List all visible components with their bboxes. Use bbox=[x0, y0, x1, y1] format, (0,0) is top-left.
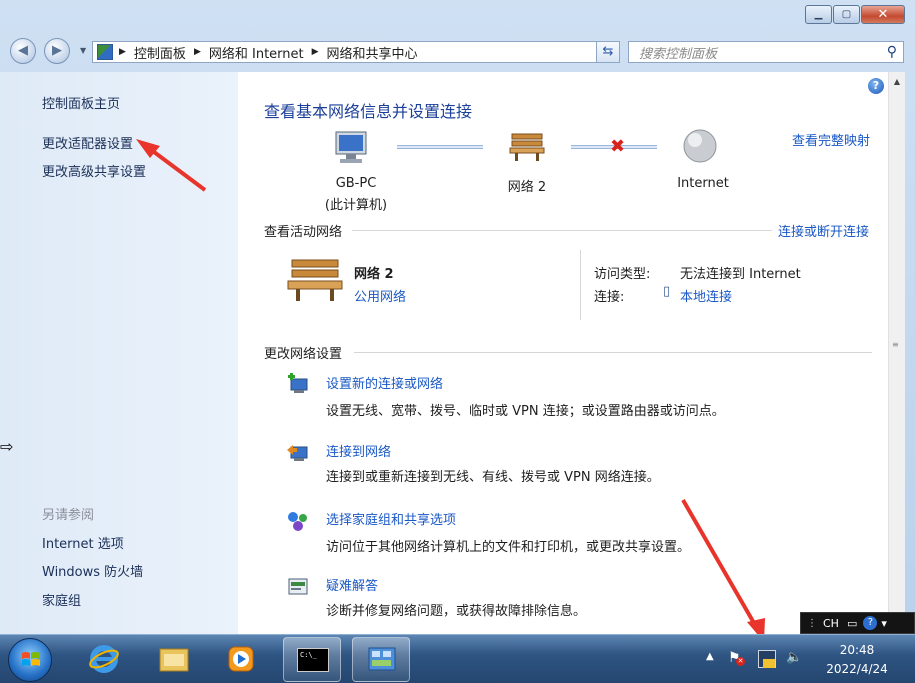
language-bar[interactable]: ⋮ CH ▭ ? ▾ bbox=[800, 612, 915, 634]
language-options-icon[interactable]: ▾ bbox=[881, 617, 887, 630]
language-bar-grip[interactable]: ⋮ bbox=[807, 618, 817, 629]
annotation-arrow-shaft bbox=[681, 499, 760, 631]
clock-time: 20:48 bbox=[839, 643, 875, 657]
windows-logo-icon bbox=[22, 652, 40, 666]
show-hidden-icons-button[interactable]: ▲ bbox=[706, 651, 714, 662]
language-help-icon[interactable]: ? bbox=[863, 616, 878, 630]
taskbar-ie-button[interactable] bbox=[75, 637, 133, 682]
taskbar-control-panel-button[interactable] bbox=[352, 637, 410, 682]
keyboard-icon[interactable]: ▭ bbox=[847, 617, 857, 630]
taskbar-explorer-button[interactable] bbox=[145, 637, 203, 682]
network-control-panel-icon bbox=[368, 647, 396, 671]
network-warning-icon bbox=[763, 659, 775, 668]
clock-date: 2022/4/24 bbox=[826, 662, 888, 676]
annotation-overlay bbox=[136, 139, 765, 642]
language-indicator[interactable]: CH bbox=[823, 617, 839, 630]
taskbar: C:\_ ▲ ⚑ ✕ 🔈 20:48 2022/4/24 bbox=[0, 634, 915, 683]
command-prompt-icon: C:\_ bbox=[297, 648, 329, 672]
resize-cursor-icon: ⇨ bbox=[0, 437, 14, 456]
error-badge-icon: ✕ bbox=[736, 657, 745, 666]
media-player-icon bbox=[228, 646, 254, 672]
folder-icon bbox=[159, 648, 189, 672]
internet-explorer-icon bbox=[89, 645, 119, 673]
system-clock[interactable]: 20:48 2022/4/24 bbox=[812, 641, 902, 679]
start-button[interactable] bbox=[8, 638, 52, 682]
taskbar-media-player-button[interactable] bbox=[212, 637, 270, 682]
annotation-arrow-shaft bbox=[144, 144, 207, 192]
volume-icon[interactable]: 🔈 bbox=[786, 650, 804, 668]
taskbar-cmd-button[interactable]: C:\_ bbox=[283, 637, 341, 682]
